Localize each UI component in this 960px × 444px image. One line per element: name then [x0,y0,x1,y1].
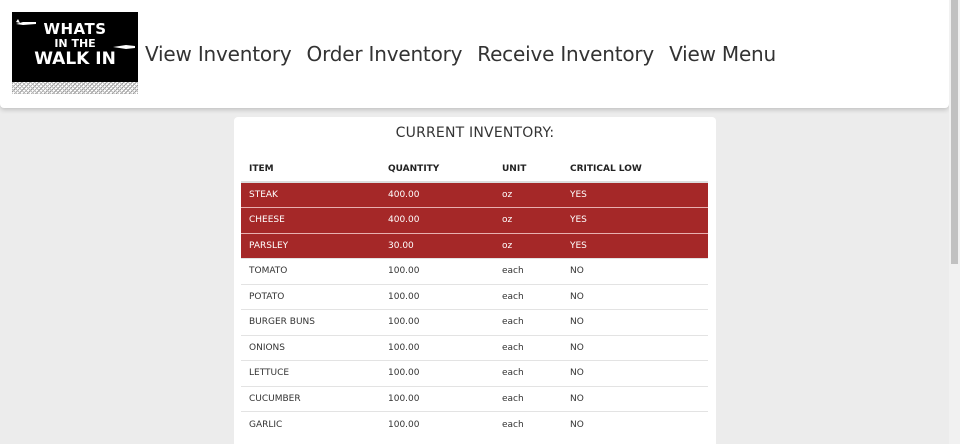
cell-unit: each [494,258,562,284]
inventory-table: ITEM QUANTITY UNIT CRITICAL LOW STEAK 400… [241,157,708,437]
nav-links: View Inventory Order Inventory Receive I… [145,42,791,66]
logo-line-3: WALK IN [34,49,116,69]
cell-critical-low: NO [562,309,708,335]
scrollbar[interactable] [949,0,960,444]
cell-critical-low: NO [562,385,708,412]
cell-quantity: 100.00 [380,334,494,361]
cell-critical-low: YES [562,232,708,259]
table-row: ONIONS 100.00 each NO [241,334,708,361]
cell-critical-low: NO [562,360,708,386]
cell-critical-low: YES [562,207,708,233]
logo[interactable]: WHATS IN THE WALK IN [12,12,138,94]
header-item: ITEM [241,157,380,183]
cell-critical-low: NO [562,283,708,310]
nav-view-menu[interactable]: View Menu [669,42,776,66]
nav-receive-inventory[interactable]: Receive Inventory [477,42,654,66]
header-unit: UNIT [494,157,562,183]
cell-critical-low: NO [562,411,708,437]
logo-pattern [12,82,138,94]
cell-unit: each [494,309,562,335]
cell-quantity: 100.00 [380,283,494,310]
cell-item: TOMATO [241,258,380,284]
cell-unit: oz [494,207,562,233]
panel-title: CURRENT INVENTORY: [395,125,555,141]
cell-unit: each [494,385,562,412]
cell-item: CUCUMBER [241,385,380,412]
logo-line-2: IN THE [54,37,96,50]
header-quantity: QUANTITY [380,157,494,183]
inventory-panel: CURRENT INVENTORY: ITEM QUANTITY UNIT CR… [234,117,716,444]
nav-order-inventory[interactable]: Order Inventory [307,42,463,66]
cell-unit: each [494,360,562,386]
logo-line-1: WHATS [43,20,107,38]
cell-quantity: 100.00 [380,411,494,437]
cell-item: LETTUCE [241,360,380,386]
cell-critical-low: NO [562,334,708,361]
cell-item: GARLIC [241,411,380,437]
cell-quantity: 400.00 [380,181,494,208]
cell-critical-low: NO [562,258,708,284]
table-row: TOMATO 100.00 each NO [241,258,708,284]
table-row: PARSLEY 30.00 oz YES [241,232,708,259]
table-row: POTATO 100.00 each NO [241,283,708,310]
cell-item: STEAK [241,181,380,208]
cell-unit: each [494,411,562,437]
cell-quantity: 100.00 [380,309,494,335]
header-critical-low: CRITICAL LOW [562,157,708,183]
cell-item: POTATO [241,283,380,310]
table-row: GARLIC 100.00 each NO [241,411,708,437]
cell-unit: oz [494,181,562,208]
cell-unit: oz [494,232,562,259]
cell-unit: each [494,334,562,361]
table-header-row: ITEM QUANTITY UNIT CRITICAL LOW [241,157,708,183]
nav-view-inventory[interactable]: View Inventory [145,42,292,66]
cell-unit: each [494,283,562,310]
cell-item: ONIONS [241,334,380,361]
cell-critical-low: YES [562,181,708,208]
scrollbar-thumb[interactable] [951,0,958,264]
logo-text: WHATS IN THE WALK IN [12,22,138,68]
cell-quantity: 100.00 [380,385,494,412]
navbar: WHATS IN THE WALK IN View Inventory Orde… [0,0,949,108]
cell-quantity: 100.00 [380,258,494,284]
cell-item: CHEESE [241,207,380,233]
table-row: CUCUMBER 100.00 each NO [241,385,708,412]
cell-quantity: 30.00 [380,232,494,259]
table-row: CHEESE 400.00 oz YES [241,207,708,233]
cell-item: PARSLEY [241,232,380,259]
table-row: STEAK 400.00 oz YES [241,181,708,208]
table-row: BURGER BUNS 100.00 each NO [241,309,708,335]
cell-item: BURGER BUNS [241,309,380,335]
cell-quantity: 400.00 [380,207,494,233]
table-body: STEAK 400.00 oz YES CHEESE 400.00 oz YES PARSLEY… [241,181,708,437]
cell-quantity: 100.00 [380,360,494,386]
table-row: LETTUCE 100.00 each NO [241,360,708,386]
